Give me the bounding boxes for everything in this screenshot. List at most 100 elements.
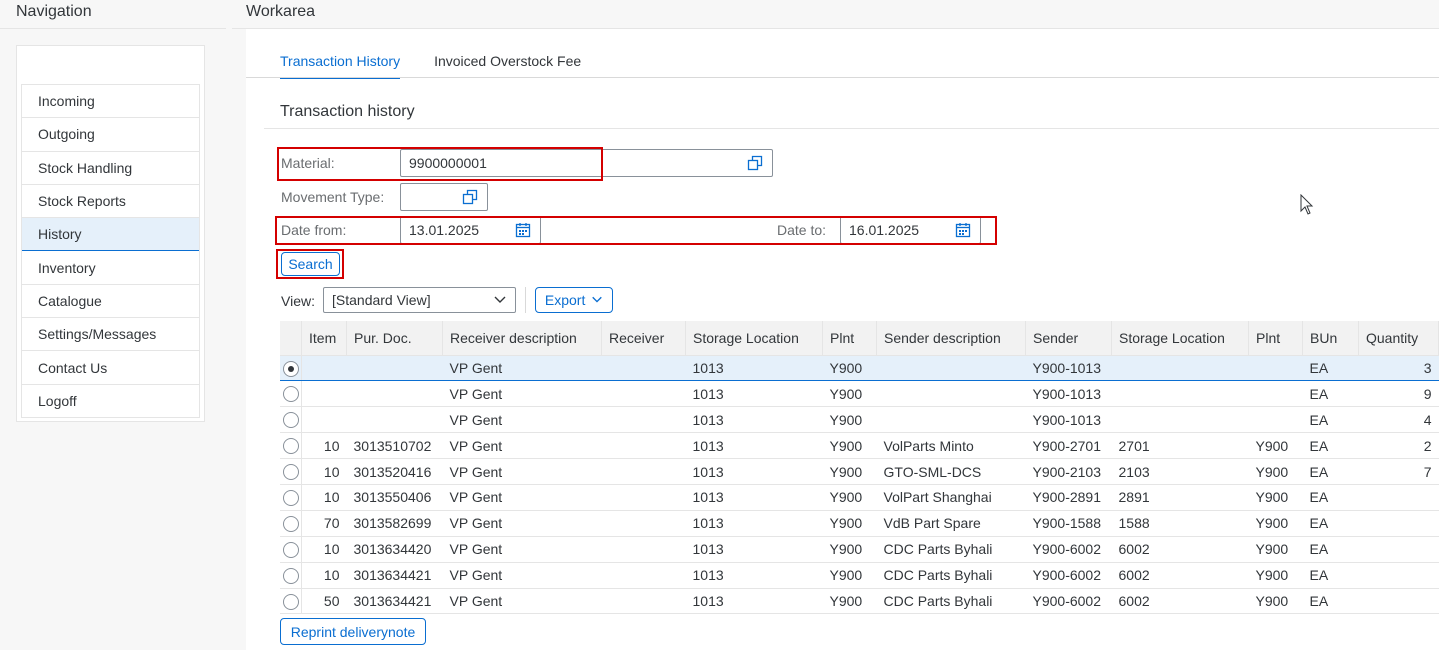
calendar-icon[interactable]: [954, 221, 972, 239]
sidebar-item-catalogue[interactable]: Catalogue: [22, 285, 199, 319]
table-cell: Y900: [822, 406, 877, 434]
row-select-cell[interactable]: [280, 432, 302, 460]
table-cell: 70: [301, 510, 347, 537]
row-radio-button[interactable]: [282, 593, 299, 610]
sidebar-item-logoff[interactable]: Logoff: [22, 385, 199, 418]
row-radio-button[interactable]: [282, 567, 299, 584]
row-select-cell[interactable]: [280, 510, 302, 537]
table-cell: VolPart Shanghai: [876, 484, 1026, 511]
row-select-cell[interactable]: [280, 406, 302, 434]
table-cell: Y900: [1248, 536, 1303, 563]
table-cell: [1358, 588, 1439, 615]
material-input[interactable]: 9900000001: [400, 149, 773, 177]
search-button[interactable]: Search: [281, 252, 340, 276]
row-radio-button[interactable]: [282, 360, 299, 377]
row-select-cell[interactable]: [280, 380, 302, 408]
table-cell: 3013520416: [346, 458, 443, 485]
table-row[interactable]: VP Gent 1013 Y900 Y900-1013 EA 3: [280, 355, 1439, 382]
sidebar-item-inventory[interactable]: Inventory: [22, 251, 199, 285]
table-row[interactable]: 10 3013510702 VP Gent 1013 Y900 VolParts Mint…: [280, 432, 1439, 460]
table-row[interactable]: 10 3013520416 VP Gent 1013 Y900 GTO-SML-DCS Y9…: [280, 458, 1439, 485]
table-cell: 6002: [1111, 588, 1249, 615]
column-header[interactable]: BUn: [1302, 321, 1359, 356]
table-row[interactable]: VP Gent 1013 Y900 Y900-1013 EA 9: [280, 380, 1439, 408]
sidebar-item-stock-handling[interactable]: Stock Handling: [22, 152, 199, 185]
column-header[interactable]: Receiver description: [442, 321, 602, 356]
table-cell: Y900-1013: [1025, 380, 1112, 408]
column-header[interactable]: Pur. Doc.: [346, 321, 443, 356]
column-header[interactable]: Plnt: [822, 321, 877, 356]
row-select-cell[interactable]: [280, 355, 302, 382]
table-row[interactable]: 50 3013634421 VP Gent 1013 Y900 CDC Parts Byh…: [280, 588, 1439, 615]
sidebar-item-outgoing[interactable]: Outgoing: [22, 118, 199, 152]
table-cell: VP Gent: [442, 432, 602, 460]
table-cell: VP Gent: [442, 406, 602, 434]
column-header[interactable]: Quantity: [1358, 321, 1439, 356]
table-cell: Y900: [822, 432, 877, 460]
sidebar-item-settings-messages[interactable]: Settings/Messages: [22, 318, 199, 352]
row-select-cell[interactable]: [280, 562, 302, 589]
table-row[interactable]: 10 3013550406 VP Gent 1013 Y900 VolPart Shang…: [280, 484, 1439, 511]
table-cell: [876, 355, 1026, 382]
sidebar-item-history[interactable]: History: [22, 218, 199, 252]
tab-transaction-history[interactable]: Transaction History: [280, 53, 401, 79]
table-header-row: Item Pur. Doc. Receiver description Receive…: [280, 321, 1439, 356]
navigation-list: Incoming Outgoing Stock Handling Stock Repo…: [21, 84, 200, 418]
table-cell: Y900-2103: [1025, 458, 1112, 485]
tab-invoiced-overstock-fee[interactable]: Invoiced Overstock Fee: [434, 53, 581, 79]
table-cell: [346, 355, 443, 382]
value-help-icon[interactable]: [461, 188, 479, 206]
row-radio-button[interactable]: [282, 541, 299, 558]
row-select-cell[interactable]: [280, 458, 302, 485]
table-cell: 10: [301, 562, 347, 589]
table-cell: [1358, 562, 1439, 589]
export-button[interactable]: Export: [535, 287, 613, 313]
movement-type-input[interactable]: [400, 183, 488, 211]
column-header[interactable]: Storage Location: [1111, 321, 1249, 356]
movement-type-label: Movement Type:: [281, 189, 385, 205]
workarea-title: Workarea: [246, 3, 316, 20]
table-cell: VolParts Minto: [876, 432, 1026, 460]
material-label: Material:: [281, 155, 335, 171]
row-select-cell[interactable]: [280, 588, 302, 615]
row-select-cell[interactable]: [280, 536, 302, 563]
row-radio-button[interactable]: [282, 464, 299, 481]
sidebar-item-contact-us[interactable]: Contact Us: [22, 351, 199, 385]
row-radio-button[interactable]: [282, 412, 299, 429]
reprint-deliverynote-button[interactable]: Reprint deliverynote: [280, 618, 426, 645]
row-radio-button[interactable]: [282, 438, 299, 455]
row-radio-button[interactable]: [282, 386, 299, 403]
date-to-input[interactable]: 16.01.2025: [840, 216, 981, 244]
view-label: View:: [281, 293, 315, 309]
table-cell: [601, 432, 686, 460]
column-header[interactable]: Plnt: [1248, 321, 1303, 356]
view-select[interactable]: [Standard View]: [323, 287, 516, 313]
column-header[interactable]: Storage Location: [685, 321, 823, 356]
value-help-icon[interactable]: [746, 154, 764, 172]
date-from-input[interactable]: 13.01.2025: [400, 216, 541, 244]
table-cell: Y900: [1248, 484, 1303, 511]
column-header[interactable]: Item: [301, 321, 347, 356]
table-row[interactable]: 10 3013634420 VP Gent 1013 Y900 CDC Parts Byh…: [280, 536, 1439, 563]
row-radio-button[interactable]: [282, 515, 299, 532]
table-cell: 2103: [1111, 458, 1249, 485]
row-radio-button[interactable]: [282, 490, 299, 507]
table-cell: Y900: [1248, 510, 1303, 537]
table-cell: [601, 458, 686, 485]
sidebar-item-incoming[interactable]: Incoming: [22, 85, 199, 119]
column-header[interactable]: Sender description: [876, 321, 1026, 356]
sidebar-item-stock-reports[interactable]: Stock Reports: [22, 185, 199, 219]
table-row[interactable]: 10 3013634421 VP Gent 1013 Y900 CDC Parts Byh…: [280, 562, 1439, 589]
table-cell: [346, 380, 443, 408]
column-header[interactable]: Receiver: [601, 321, 686, 356]
table-row[interactable]: VP Gent 1013 Y900 Y900-1013 EA 4: [280, 406, 1439, 434]
column-header[interactable]: Sender: [1025, 321, 1112, 356]
table-cell: 10: [301, 536, 347, 563]
table-row[interactable]: 70 3013582699 VP Gent 1013 Y900 VdB Part Spar…: [280, 510, 1439, 537]
table-cell: 1013: [685, 380, 823, 408]
table-cell: 2701: [1111, 432, 1249, 460]
calendar-icon[interactable]: [514, 221, 532, 239]
navigation-panel: Incoming Outgoing Stock Handling Stock Repo…: [16, 45, 205, 422]
table-cell: 6002: [1111, 562, 1249, 589]
row-select-cell[interactable]: [280, 484, 302, 511]
